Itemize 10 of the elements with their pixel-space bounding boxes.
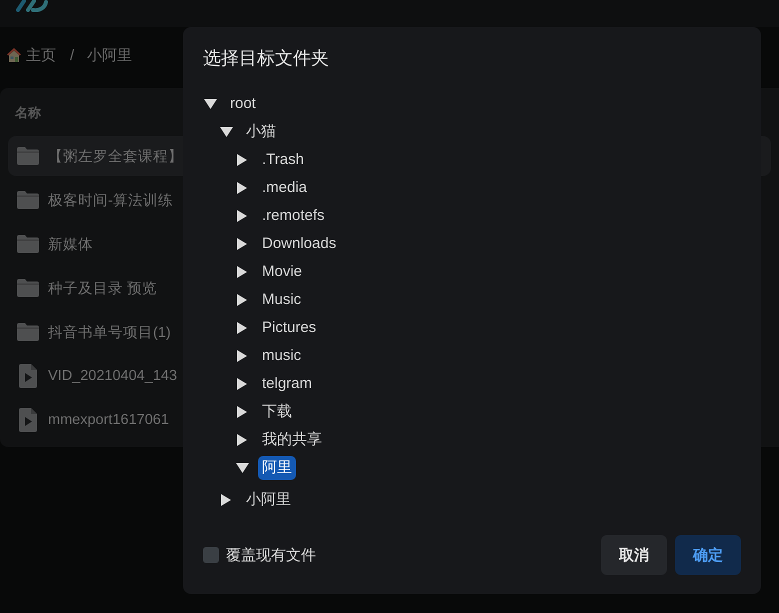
column-header: 名称 xyxy=(14,104,41,122)
file-name: 种子及目录 预览 xyxy=(48,280,158,298)
file-name: mmexport1617061 xyxy=(48,412,169,428)
file-name: 抖音书单号项目(1) xyxy=(48,324,171,342)
file-name: VID_20210404_143 xyxy=(48,368,178,384)
breadcrumb-separator: / xyxy=(70,46,74,64)
file-name: 新媒体 xyxy=(48,236,93,254)
dialog-title: 选择目标文件夹 xyxy=(203,47,329,70)
file-name: 极客时间-算法训练 xyxy=(48,192,173,210)
file-name: 【粥左罗全套课程】 xyxy=(48,148,183,166)
